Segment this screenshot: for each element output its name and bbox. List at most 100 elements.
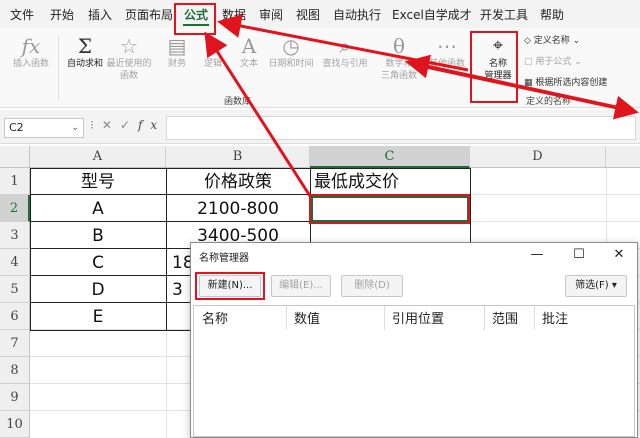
enter-icon[interactable]: ✓ (120, 118, 138, 132)
fx-icon: fx (21, 34, 41, 58)
row-header-8[interactable]: 8 (0, 357, 30, 384)
column-separator (384, 306, 385, 330)
tab-page-layout[interactable]: 页面布局 (125, 6, 173, 23)
highlight-formulas-tab (174, 3, 216, 35)
row-header-9[interactable]: 9 (0, 384, 30, 411)
use-in-formula-label: 用于公式 (535, 57, 572, 67)
row-header-3[interactable]: 3 (0, 222, 30, 249)
define-name-button[interactable]: ◇ 定义名称 ⌄ (524, 33, 580, 46)
insert-function-label: 插入函数 (12, 59, 49, 69)
create-from-selection-button[interactable]: ▦ 根据所选内容创建 (524, 75, 607, 88)
cell-a1[interactable]: 型号 (30, 169, 166, 195)
list-header-value[interactable]: 数值 (294, 308, 320, 327)
row-header-2[interactable]: 2 (0, 195, 30, 222)
tab-insert[interactable]: 插入 (88, 6, 112, 23)
column-header-c[interactable]: C (310, 146, 470, 168)
tab-home[interactable]: 开始 (50, 6, 74, 23)
filter-button[interactable]: 筛选(F) ▾ (565, 275, 627, 297)
column-header-d[interactable]: D (470, 146, 606, 168)
row-header-1[interactable]: 1 (0, 168, 30, 195)
filter-label: 筛选(F) (575, 280, 609, 291)
column-header-a[interactable]: A (30, 146, 166, 168)
column-header-e[interactable] (606, 146, 640, 168)
datetime-button[interactable]: ◷ 日期和时间 (268, 32, 313, 88)
row-header-4[interactable]: 4 (0, 249, 30, 276)
cell-a2[interactable]: A (30, 196, 166, 222)
create-from-selection-label: 根据所选内容创建 (535, 78, 608, 88)
cell-a4[interactable]: C (30, 250, 166, 276)
cancel-icon[interactable]: ✕ (102, 118, 120, 132)
close-icon[interactable]: ✕ (609, 245, 629, 265)
ribbon-separator (58, 36, 59, 100)
tab-excel-self-study[interactable]: Excel自学成才 (392, 6, 472, 23)
defined-names-group-label: 定义的名称 (526, 97, 572, 107)
more-functions-button[interactable]: ⋯ 其他函数 (428, 32, 466, 88)
chevron-down-icon: ▾ (608, 280, 617, 291)
formula-icon: ▢ (524, 57, 536, 67)
star-icon: ☆ (120, 34, 138, 58)
cell-a6[interactable]: E (30, 304, 166, 330)
highlight-new-button (195, 272, 265, 300)
more-functions-icon: ⋯ (437, 34, 457, 58)
insert-function-icon[interactable]: fx (138, 118, 165, 132)
maximize-icon[interactable]: ☐ (569, 245, 589, 265)
math-label: 数学和 三角函数 (380, 59, 417, 81)
tag-icon: ◇ (524, 36, 534, 46)
chevron-down-icon[interactable]: ⌄ (71, 119, 79, 137)
delete-name-button[interactable]: 删除(D) (341, 275, 403, 297)
cell-a3[interactable]: B (30, 223, 166, 249)
tab-help[interactable]: 帮助 (540, 6, 564, 23)
datetime-label: 日期和时间 (268, 59, 314, 69)
cell-a5[interactable]: D (30, 277, 166, 303)
formula-input[interactable] (166, 116, 636, 140)
tab-file[interactable]: 文件 (10, 6, 34, 23)
row-header-7[interactable]: 7 (0, 330, 30, 357)
row-header-5[interactable]: 5 (0, 276, 30, 303)
list-header-comment[interactable]: 批注 (542, 308, 568, 327)
edit-name-button[interactable]: 编辑(E)... (271, 275, 331, 297)
lookup-button[interactable]: ⌕ 查找与引用 (322, 32, 367, 88)
chevron-down-icon: ⌄ (569, 36, 581, 46)
cell-b1[interactable]: 价格政策 (166, 169, 310, 195)
name-manager-dialog: 名称管理器 — ☐ ✕ 新建(N)... 编辑(E)... 删除(D) 筛选(F… (190, 242, 638, 438)
list-header-scope[interactable]: 范围 (492, 308, 518, 327)
names-list[interactable]: 名称 数值 引用位置 范围 批注 (193, 305, 635, 437)
use-in-formula-button[interactable]: ▢ 用于公式 ⌄ (524, 54, 582, 67)
list-header-name[interactable]: 名称 (202, 308, 228, 327)
tab-automate[interactable]: 自动执行 (333, 6, 381, 23)
name-box[interactable]: C2 ⌄ (4, 118, 84, 138)
tab-review[interactable]: 审阅 (259, 6, 283, 23)
name-box-value: C2 (9, 121, 24, 134)
select-all-corner[interactable] (0, 146, 30, 168)
insert-function-button[interactable]: fx 插入函数 (12, 32, 50, 88)
list-header-refers-to[interactable]: 引用位置 (392, 308, 444, 327)
tab-developer[interactable]: 开发工具 (480, 6, 528, 23)
more-icon: ⁝ (90, 118, 102, 132)
menu-bar: 文件 开始 插入 页面布局 公式 数据 审阅 视图 自动执行 Excel自学成才… (0, 0, 640, 28)
row-header-6[interactable]: 6 (0, 303, 30, 330)
clock-icon: ◷ (282, 34, 300, 58)
column-header-b[interactable]: B (166, 146, 310, 168)
row-header-10[interactable]: 10 (0, 411, 30, 438)
tab-view[interactable]: 视图 (296, 6, 320, 23)
cell-b4[interactable]: 18 (172, 250, 192, 276)
cell-b5[interactable]: 3 (172, 277, 192, 303)
text-button[interactable]: A 文本 (230, 32, 268, 88)
highlight-name-manager (470, 31, 518, 103)
recent-functions-label: 最近使用的 函数 (106, 59, 152, 81)
column-separator (286, 306, 287, 330)
recent-functions-button[interactable]: ☆ 最近使用的 函数 (106, 32, 151, 88)
minimize-icon[interactable]: — (527, 245, 547, 265)
highlight-cell-c2 (309, 194, 470, 224)
function-library-group-label: 函数库 (224, 97, 252, 107)
logical-icon: ? (207, 34, 219, 58)
chevron-down-icon: ⌄ (571, 57, 582, 67)
cell-b2[interactable]: 2100-800 (166, 196, 310, 222)
tab-data[interactable]: 数据 (222, 6, 246, 23)
math-button[interactable]: θ 数学和 三角函数 (380, 32, 418, 88)
lookup-label: 查找与引用 (322, 59, 368, 69)
dialog-title: 名称管理器 (199, 253, 249, 264)
cell-c1[interactable]: 最低成交价 (314, 169, 470, 195)
autosum-button[interactable]: Σ 自动求和 (66, 32, 104, 88)
more-functions-label: 其他函数 (428, 59, 465, 69)
